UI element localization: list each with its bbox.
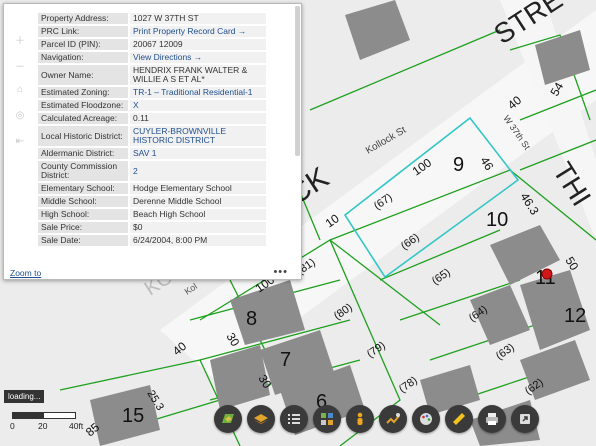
- share-icon: [520, 414, 530, 424]
- back-icon[interactable]: ⇤: [10, 136, 30, 162]
- list-icon: [288, 414, 300, 424]
- parcel-label: 12: [564, 305, 586, 327]
- attribute-row: Sale Price: $0: [38, 222, 266, 233]
- widgets-tool[interactable]: [313, 405, 341, 433]
- locate-icon[interactable]: ◎: [10, 110, 30, 136]
- draw-tool[interactable]: [379, 405, 407, 433]
- prc-link[interactable]: Print Property Record Card →: [130, 26, 266, 37]
- parcel-label: 8: [246, 308, 257, 330]
- popup-scrollbar[interactable]: [295, 6, 300, 156]
- parcel-label: 10: [486, 209, 508, 231]
- zoom-out-icon[interactable]: －: [10, 58, 30, 84]
- loading-indicator: loading...: [4, 390, 45, 403]
- aldermanic-link[interactable]: SAV 1: [130, 148, 266, 159]
- attribute-value: 0.11: [130, 113, 266, 124]
- parcel-label: 9: [453, 154, 464, 176]
- attribute-row: Parcel ID (PIN): 20067 12009: [38, 39, 266, 50]
- attribute-label: Owner Name:: [38, 65, 128, 85]
- palette-icon: [420, 413, 432, 425]
- print-tool[interactable]: [478, 405, 506, 433]
- palette-tool[interactable]: [412, 405, 440, 433]
- grid-icon: [321, 413, 333, 425]
- layers-tool[interactable]: [247, 405, 275, 433]
- zoom-in-icon[interactable]: ＋: [10, 32, 30, 58]
- zoom-to-link[interactable]: Zoom to: [10, 268, 41, 278]
- ruler-icon: [453, 413, 465, 425]
- floodzone-link[interactable]: X: [130, 100, 266, 111]
- more-options-icon[interactable]: •••: [273, 266, 288, 278]
- directions-link[interactable]: View Directions →: [130, 52, 266, 63]
- location-marker-icon[interactable]: [541, 268, 553, 280]
- attribute-label: Estimated Zoning:: [38, 87, 128, 98]
- attribute-row: PRC Link: Print Property Record Card →: [38, 26, 266, 37]
- attribute-row: Sale Date: 6/24/2004, 8:00 PM: [38, 235, 266, 246]
- attribute-label: Property Address:: [38, 13, 128, 24]
- attribute-row: Middle School: Derenne Middle School: [38, 196, 266, 207]
- pegman-icon: [357, 412, 363, 425]
- attribute-row: Local Historic District: CUYLER-BROWNVILL…: [38, 126, 266, 146]
- attribute-label: Elementary School:: [38, 183, 128, 194]
- scale-label: 0: [10, 421, 15, 431]
- attribute-row: Navigation: View Directions →: [38, 52, 266, 63]
- attribute-row: Estimated Floodzone: X: [38, 100, 266, 111]
- scale-label: 40ft: [69, 421, 84, 431]
- attribute-row: Calculated Acreage: 0.11: [38, 113, 266, 124]
- attribute-value: Hodge Elementary School: [130, 183, 266, 194]
- attribute-label: Local Historic District:: [38, 126, 128, 146]
- attribute-value: Derenne Middle School: [130, 196, 266, 207]
- attribute-label: Sale Date:: [38, 235, 128, 246]
- attribute-value: 1027 W 37TH ST: [130, 13, 266, 24]
- attribute-value: Beach High School: [130, 209, 266, 220]
- zoning-link[interactable]: TR-1 – Traditional Residential-1: [130, 87, 266, 98]
- attribute-label: Calculated Acreage:: [38, 113, 128, 124]
- attribute-label: Parcel ID (PIN):: [38, 39, 128, 50]
- identify-popup: ＋ － ⌂ ◎ ⇤ Property Address: 1027 W 37TH S…: [3, 3, 302, 280]
- attribute-label: Aldermanic District:: [38, 148, 128, 159]
- legend-tool[interactable]: [280, 405, 308, 433]
- home-icon[interactable]: ⌂: [10, 84, 30, 110]
- scale-bar: [12, 412, 76, 419]
- attribute-label: High School:: [38, 209, 128, 220]
- attribute-row: County Commission District: 2: [38, 161, 266, 181]
- attribute-row: Property Address: 1027 W 37TH ST: [38, 13, 266, 24]
- attribute-label: County Commission District:: [38, 161, 128, 181]
- parcel-label: 7: [280, 349, 291, 371]
- layers-icon: [254, 414, 268, 424]
- parcel-label: 15: [122, 405, 144, 427]
- attribute-row: Owner Name: HENDRIX FRANK WALTER & WILLIE…: [38, 65, 266, 85]
- attribute-row: Aldermanic District: SAV 1: [38, 148, 266, 159]
- attribute-label: Navigation:: [38, 52, 128, 63]
- attribute-row: Elementary School: Hodge Elementary Schoo…: [38, 183, 266, 194]
- street-view-tool[interactable]: [346, 405, 374, 433]
- attribute-value: 6/24/2004, 8:00 PM: [130, 235, 266, 246]
- map-nav-controls: ＋ － ⌂ ◎ ⇤: [10, 32, 30, 162]
- measure-tool[interactable]: [445, 405, 473, 433]
- attribute-value: HENDRIX FRANK WALTER & WILLIE A S ET AL*: [130, 65, 266, 85]
- map-icon: [222, 414, 234, 423]
- attribute-label: Middle School:: [38, 196, 128, 207]
- attribute-value: 20067 12009: [130, 39, 266, 50]
- draw-icon: [386, 413, 400, 424]
- attribute-label: Sale Price:: [38, 222, 128, 233]
- share-tool[interactable]: [511, 405, 539, 433]
- map-toolbar: [214, 405, 539, 433]
- attribute-row: Estimated Zoning: TR-1 – Traditional Resi…: [38, 87, 266, 98]
- scale-label: 20: [38, 421, 48, 431]
- attribute-row: High School: Beach High School: [38, 209, 266, 220]
- historic-district-link[interactable]: CUYLER-BROWNVILLE HISTORIC DISTRICT: [130, 126, 266, 146]
- print-icon: [486, 413, 498, 425]
- commission-link[interactable]: 2: [130, 161, 266, 181]
- attribute-label: Estimated Floodzone:: [38, 100, 128, 111]
- attribute-table: Property Address: 1027 W 37TH ST PRC Link…: [38, 13, 266, 248]
- attribute-value: $0: [130, 222, 266, 233]
- attribute-label: PRC Link:: [38, 26, 128, 37]
- basemap-tool[interactable]: [214, 405, 242, 433]
